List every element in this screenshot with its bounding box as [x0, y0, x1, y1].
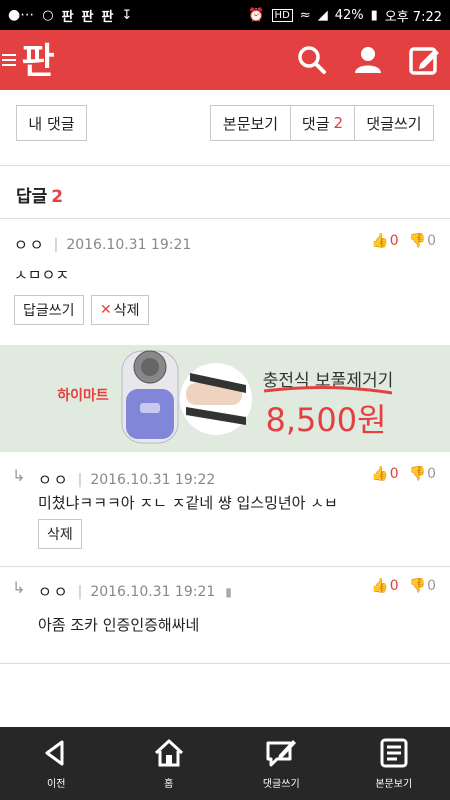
- comment-date: 2016.10.31 19:22: [90, 471, 216, 488]
- thumbs-down-icon: 👎: [408, 466, 427, 482]
- message-icon: ●⋯: [8, 7, 35, 23]
- thumbs-up-icon: 👍: [371, 578, 389, 594]
- comment-text: 아좀 조카 인증인증해싸네: [38, 616, 200, 634]
- upvote-button[interactable]: 👍 0: [371, 578, 398, 594]
- battery-icon: ▮: [370, 7, 378, 23]
- nav-label: 이전: [47, 779, 66, 790]
- downvote-button[interactable]: 👎 0: [409, 578, 436, 594]
- comment-author: ㅇㅇ: [38, 583, 70, 601]
- thumbs-up-icon: 👍: [371, 233, 389, 249]
- upvote-count: 0: [389, 578, 399, 594]
- download-icon: ↧: [121, 7, 133, 23]
- upvote-count: 0: [389, 466, 399, 482]
- lock-icon: ▮: [225, 584, 232, 599]
- logo-text: 판: [21, 41, 54, 82]
- close-icon: ✕: [100, 302, 112, 318]
- comment-write-icon: [266, 740, 297, 767]
- downvote-count: 0: [427, 466, 436, 482]
- my-comments-button[interactable]: 내 댓글: [16, 105, 87, 141]
- replies-title: 답글 2: [16, 182, 63, 207]
- replies-count: 2: [51, 187, 64, 207]
- battery-percent: 42%: [334, 7, 364, 23]
- thumbs-down-icon: 👎: [408, 578, 427, 594]
- notification-icon: ○: [42, 7, 54, 23]
- replies-label: 답글: [16, 187, 48, 207]
- comment-author: ㅇㅇ: [14, 236, 46, 254]
- delete-button[interactable]: ✕ 삭제: [91, 295, 149, 325]
- reply-arrow-icon: ↳: [12, 578, 26, 597]
- upvote-button[interactable]: 👍 0: [371, 233, 398, 249]
- separator: |: [77, 471, 83, 488]
- clock: 오후 7:22: [384, 9, 442, 25]
- comment-text: 미쳤냐ㅋㅋㅋ아 ㅈㄴ ㅈ같네 썅 입스밍년아 ㅅㅂ: [38, 494, 338, 512]
- divider: [0, 566, 450, 567]
- status-bar: ●⋯ ○ 판 판 판 ↧ ⏰ HD ≈ ◢ 42% ▮ 오후 7:22: [0, 0, 450, 30]
- user-icon[interactable]: [352, 44, 384, 76]
- write-comment-button[interactable]: 댓글쓰기: [354, 105, 434, 141]
- upvote-button[interactable]: 👍 0: [371, 466, 398, 482]
- app-notification-icon-3: 판: [101, 9, 114, 25]
- comment-meta: ㅇㅇ | 2016.10.31 19:21 ▮: [38, 581, 232, 602]
- comments-count: 2: [333, 114, 344, 132]
- comment-author: ㅇㅇ: [38, 471, 70, 489]
- comment-votes: 👍 0 👎 0: [371, 578, 436, 594]
- comment-toolbar: 내 댓글 본문보기 댓글 2 댓글쓰기: [0, 90, 450, 166]
- comment-meta: ㅇㅇ | 2016.10.31 19:22: [38, 469, 215, 490]
- separator: |: [53, 236, 59, 253]
- ad-price: 8,500원: [265, 401, 386, 439]
- view-post-button[interactable]: 본문보기: [210, 105, 291, 141]
- downvote-button[interactable]: 👎 0: [409, 233, 436, 249]
- nav-home[interactable]: 홈: [113, 727, 226, 800]
- downvote-button[interactable]: 👎 0: [409, 466, 436, 482]
- ad-graphic: 하이마트 충전식 보풀제거기 8,500원: [57, 350, 393, 444]
- alarm-icon: ⏰: [248, 7, 265, 23]
- comments-label: 댓글: [301, 114, 330, 133]
- nav-label: 댓글쓰기: [262, 779, 300, 790]
- divider: [0, 218, 450, 219]
- app-bar: 판: [0, 30, 450, 90]
- thumbs-up-icon: 👍: [371, 466, 389, 482]
- thumbs-down-icon: 👎: [408, 233, 427, 249]
- nav-view-post[interactable]: 본문보기: [338, 727, 450, 800]
- ad-banner[interactable]: 하이마트 충전식 보풀제거기 8,500원: [0, 345, 450, 452]
- reply-button[interactable]: 답글쓰기: [14, 295, 84, 325]
- wifi-icon: ≈: [299, 7, 311, 23]
- ad-brand: 하이마트: [57, 387, 109, 404]
- nav-label: 본문보기: [375, 779, 413, 790]
- search-icon[interactable]: [296, 44, 328, 76]
- bottom-nav: 이전 홈 댓글쓰기 본문보기: [0, 727, 450, 800]
- hd-badge: HD: [271, 8, 293, 22]
- logo[interactable]: 판: [18, 37, 58, 83]
- comment-votes: 👍 0 👎 0: [371, 233, 436, 249]
- signal-icon: ◢: [317, 7, 328, 23]
- divider: [0, 663, 450, 664]
- home-icon: [154, 739, 183, 767]
- document-icon: [380, 738, 408, 768]
- app-notification-icon-2: 판: [81, 9, 94, 25]
- reply-arrow-icon: ↳: [12, 466, 26, 485]
- nav-back[interactable]: 이전: [0, 727, 113, 800]
- comment-date: 2016.10.31 19:21: [90, 583, 216, 600]
- write-icon[interactable]: [408, 44, 440, 76]
- nav-write-comment[interactable]: 댓글쓰기: [225, 727, 338, 800]
- nav-label: 홈: [164, 779, 174, 790]
- downvote-count: 0: [427, 233, 436, 249]
- comment-date: 2016.10.31 19:21: [66, 236, 192, 253]
- delete-button[interactable]: 삭제: [38, 519, 82, 549]
- comment-text: ㅅㅁㅇㅈ: [14, 266, 70, 284]
- back-icon: [45, 740, 64, 766]
- comments-button[interactable]: 댓글 2: [290, 105, 355, 141]
- menu-icon[interactable]: [2, 54, 16, 66]
- app-notification-icon: 판: [61, 9, 74, 25]
- separator: |: [77, 583, 83, 600]
- comment-votes: 👍 0 👎 0: [371, 466, 436, 482]
- downvote-count: 0: [427, 578, 436, 594]
- comment-meta: ㅇㅇ | 2016.10.31 19:21: [14, 234, 191, 255]
- upvote-count: 0: [389, 233, 399, 249]
- delete-label: 삭제: [113, 303, 140, 319]
